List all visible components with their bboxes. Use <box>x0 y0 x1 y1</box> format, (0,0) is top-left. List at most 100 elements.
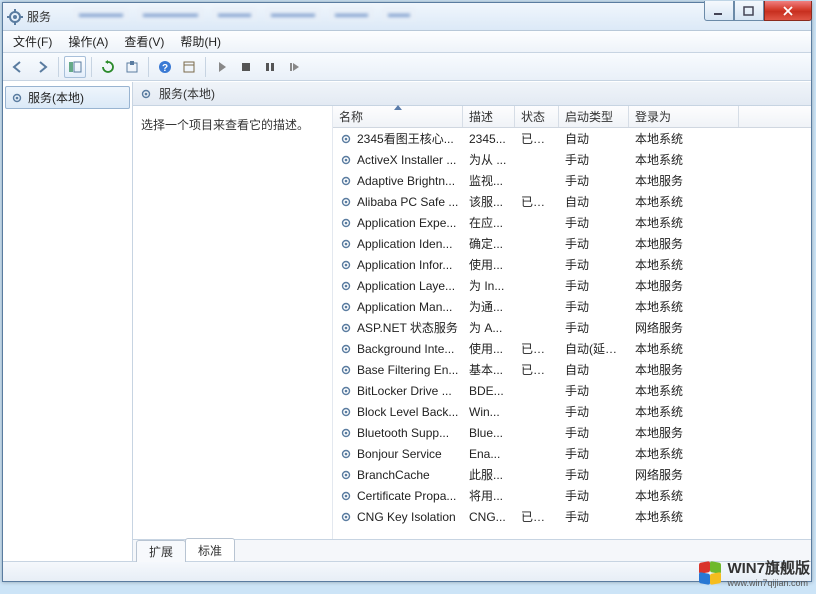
service-row[interactable]: Bonjour ServiceEna...手动本地系统 <box>333 443 811 464</box>
service-name: Block Level Back... <box>357 405 458 419</box>
cell-logon: 本地系统 <box>629 445 739 462</box>
gear-icon <box>339 510 353 524</box>
cell-desc: 此服... <box>463 466 515 483</box>
cell-name: Application Infor... <box>333 258 463 272</box>
stop-service-button[interactable] <box>235 56 257 78</box>
toolbar: ? <box>3 53 811 81</box>
properties-button[interactable] <box>178 56 200 78</box>
back-button[interactable] <box>7 56 29 78</box>
cell-desc: 在应... <box>463 214 515 231</box>
gear-icon <box>339 216 353 230</box>
col-header-startup[interactable]: 启动类型 <box>559 106 629 127</box>
cell-startup: 手动 <box>559 403 629 420</box>
gear-icon <box>339 321 353 335</box>
status-bar <box>3 561 811 581</box>
service-row[interactable]: 2345看图王核心...2345...已启动自动本地系统 <box>333 128 811 149</box>
minimize-button[interactable] <box>704 1 734 21</box>
gear-icon <box>339 426 353 440</box>
cell-logon: 本地系统 <box>629 340 739 357</box>
list-rows[interactable]: 2345看图王核心...2345...已启动自动本地系统ActiveX Inst… <box>333 128 811 539</box>
service-row[interactable]: Certificate Propa...将用...手动本地系统 <box>333 485 811 506</box>
service-row[interactable]: Alibaba PC Safe ...该服...已启动自动本地系统 <box>333 191 811 212</box>
tree-pane: 服务(本地) <box>3 82 133 561</box>
cell-name: Alibaba PC Safe ... <box>333 195 463 209</box>
cell-logon: 本地服务 <box>629 424 739 441</box>
cell-desc: 为 In... <box>463 277 515 294</box>
background-tabs: ▬▬▬▬▬▬▬▬▬▬▬▬▬▬▬▬▬▬▬▬▬ <box>73 7 416 21</box>
tab-standard[interactable]: 标准 <box>185 538 235 561</box>
gear-icon <box>339 237 353 251</box>
cell-name: Certificate Propa... <box>333 489 463 503</box>
show-hide-tree-button[interactable] <box>64 56 86 78</box>
start-service-button[interactable] <box>211 56 233 78</box>
cell-name: Application Expe... <box>333 216 463 230</box>
gear-icon <box>339 489 353 503</box>
cell-startup: 手动 <box>559 214 629 231</box>
col-header-name[interactable]: 名称 <box>333 106 463 127</box>
cell-name: CNG Key Isolation <box>333 510 463 524</box>
pause-service-button[interactable] <box>259 56 281 78</box>
service-name: Application Man... <box>357 300 452 314</box>
col-header-status[interactable]: 状态 <box>515 106 559 127</box>
cell-desc: 使用... <box>463 340 515 357</box>
gear-icon <box>339 363 353 377</box>
cell-desc: 为 A... <box>463 319 515 336</box>
service-row[interactable]: CNG Key IsolationCNG...已启动手动本地系统 <box>333 506 811 527</box>
cell-startup: 手动 <box>559 277 629 294</box>
menu-help[interactable]: 帮助(H) <box>174 31 227 52</box>
cell-logon: 本地系统 <box>629 193 739 210</box>
menu-action[interactable]: 操作(A) <box>62 31 114 52</box>
service-row[interactable]: Block Level Back...Win...手动本地系统 <box>333 401 811 422</box>
cell-name: Application Iden... <box>333 237 463 251</box>
menu-view[interactable]: 查看(V) <box>118 31 170 52</box>
cell-name: ActiveX Installer ... <box>333 153 463 167</box>
service-name: Application Laye... <box>357 279 455 293</box>
service-row[interactable]: Application Expe...在应...手动本地系统 <box>333 212 811 233</box>
cell-startup: 自动 <box>559 193 629 210</box>
cell-logon: 本地系统 <box>629 151 739 168</box>
restart-service-button[interactable] <box>283 56 305 78</box>
cell-startup: 手动 <box>559 256 629 273</box>
maximize-button[interactable] <box>734 1 764 21</box>
cell-name: BitLocker Drive ... <box>333 384 463 398</box>
service-row[interactable]: Background Inte...使用...已启动自动(延迟...本地系统 <box>333 338 811 359</box>
col-header-desc[interactable]: 描述 <box>463 106 515 127</box>
gear-icon <box>339 195 353 209</box>
service-name: Application Expe... <box>357 216 456 230</box>
cell-startup: 自动 <box>559 130 629 147</box>
svg-text:?: ? <box>162 63 168 74</box>
menu-file[interactable]: 文件(F) <box>7 31 58 52</box>
close-button[interactable] <box>764 1 812 21</box>
col-header-logon[interactable]: 登录为 <box>629 106 739 127</box>
forward-button[interactable] <box>31 56 53 78</box>
service-row[interactable]: Bluetooth Supp...Blue...手动本地服务 <box>333 422 811 443</box>
gear-icon <box>339 153 353 167</box>
cell-startup: 手动 <box>559 151 629 168</box>
service-row[interactable]: Application Iden...确定...手动本地服务 <box>333 233 811 254</box>
cell-logon: 本地系统 <box>629 298 739 315</box>
service-row[interactable]: Application Man...为通...手动本地系统 <box>333 296 811 317</box>
services-icon <box>7 9 23 25</box>
tree-root-services[interactable]: 服务(本地) <box>5 86 130 109</box>
tab-extended[interactable]: 扩展 <box>136 540 186 562</box>
cell-desc: CNG... <box>463 510 515 524</box>
service-row[interactable]: ActiveX Installer ...为从 ...手动本地系统 <box>333 149 811 170</box>
cell-startup: 手动 <box>559 382 629 399</box>
service-row[interactable]: Application Laye...为 In...手动本地服务 <box>333 275 811 296</box>
title-bar: 服务 ▬▬▬▬▬▬▬▬▬▬▬▬▬▬▬▬▬▬▬▬▬ <box>3 3 811 31</box>
cell-startup: 手动 <box>559 298 629 315</box>
service-row[interactable]: ASP.NET 状态服务为 A...手动网络服务 <box>333 317 811 338</box>
service-name: 2345看图王核心... <box>357 130 454 147</box>
service-row[interactable]: BranchCache此服...手动网络服务 <box>333 464 811 485</box>
service-row[interactable]: Base Filtering En...基本...已启动自动本地服务 <box>333 359 811 380</box>
cell-name: BranchCache <box>333 468 463 482</box>
gear-icon <box>339 132 353 146</box>
refresh-button[interactable] <box>97 56 119 78</box>
export-button[interactable] <box>121 56 143 78</box>
service-row[interactable]: BitLocker Drive ...BDE...手动本地系统 <box>333 380 811 401</box>
help-button[interactable]: ? <box>154 56 176 78</box>
service-row[interactable]: Application Infor...使用...手动本地系统 <box>333 254 811 275</box>
tree-root-label: 服务(本地) <box>28 89 84 106</box>
cell-startup: 手动 <box>559 424 629 441</box>
service-row[interactable]: Adaptive Brightn...监视...手动本地服务 <box>333 170 811 191</box>
